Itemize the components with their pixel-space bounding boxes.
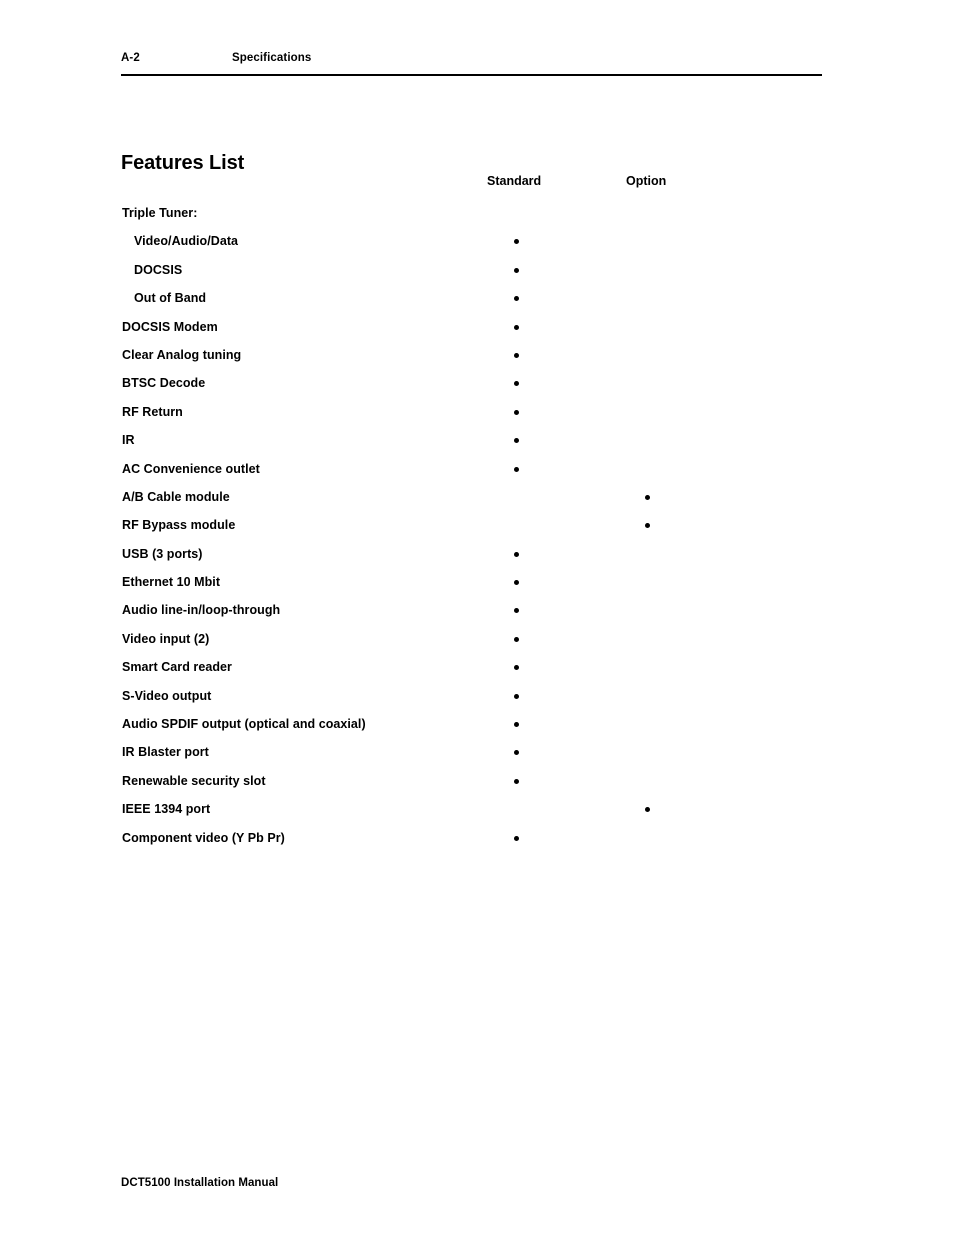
standard-bullet-icon: [514, 381, 519, 387]
feature-label: IR Blaster port: [122, 745, 209, 760]
standard-bullet-icon: [514, 409, 519, 415]
feature-label: Out of Band: [134, 291, 207, 306]
table-row: DOCSIS Modem: [121, 316, 841, 344]
feature-label: Smart Card reader: [122, 660, 232, 675]
option-bullet-icon: [645, 807, 650, 813]
table-row: Smart Card reader: [121, 656, 841, 684]
standard-bullet-icon: [514, 324, 519, 330]
standard-bullet-icon: [514, 466, 519, 472]
standard-bullet-icon: [514, 551, 519, 557]
column-header-standard: Standard: [487, 174, 542, 188]
feature-label: RF Return: [122, 404, 183, 419]
table-column-headers: Standard Option: [121, 174, 841, 202]
table-row: Ethernet 10 Mbit: [121, 571, 841, 599]
standard-bullet-icon: [514, 267, 519, 273]
table-row: RF Return: [121, 401, 841, 429]
feature-label: Audio line-in/loop-through: [122, 603, 281, 618]
table-row: Video input (2): [121, 628, 841, 656]
table-row: A/B Cable module: [121, 486, 841, 514]
table-row: S-Video output: [121, 685, 841, 713]
table-row: IR Blaster port: [121, 741, 841, 769]
feature-label: DOCSIS Modem: [122, 319, 218, 334]
column-header-option: Option: [626, 174, 667, 188]
table-row: DOCSIS: [121, 259, 841, 287]
option-bullet-icon: [645, 494, 650, 500]
features-rows: Triple Tuner: Video/Audio/Data DOCSIS Out o…: [121, 202, 841, 855]
standard-bullet-icon: [514, 778, 519, 784]
feature-label: Ethernet 10 Mbit: [122, 575, 221, 590]
feature-label: Clear Analog tuning: [122, 347, 242, 362]
feature-label: BTSC Decode: [122, 376, 206, 391]
chapter-title: Specifications: [232, 52, 312, 64]
table-row: RF Bypass module: [121, 514, 841, 542]
table-row: IEEE 1394 port: [121, 798, 841, 826]
document-page: A-2 Specifications Features List Standar…: [0, 0, 954, 1235]
page-number: A-2: [121, 52, 140, 64]
feature-label: DOCSIS: [134, 262, 183, 277]
running-header: A-2 Specifications: [121, 52, 822, 74]
feature-label: Renewable security slot: [122, 773, 266, 788]
table-row: Out of Band: [121, 287, 841, 315]
standard-bullet-icon: [514, 750, 519, 756]
table-row: USB (3 ports): [121, 543, 841, 571]
header-rule-divider: [121, 74, 822, 76]
feature-label: USB (3 ports): [122, 546, 203, 561]
table-row: Component video (Y Pb Pr): [121, 827, 841, 855]
feature-label: A/B Cable module: [122, 489, 230, 504]
standard-bullet-icon: [514, 636, 519, 642]
feature-label: Component video (Y Pb Pr): [122, 830, 285, 845]
standard-bullet-icon: [514, 835, 519, 841]
table-row: AC Convenience outlet: [121, 458, 841, 486]
table-row: Audio line-in/loop-through: [121, 599, 841, 627]
standard-bullet-icon: [514, 438, 519, 444]
table-row: Renewable security slot: [121, 770, 841, 798]
footer-manual-title: DCT5100 Installation Manual: [121, 1177, 279, 1189]
standard-bullet-icon: [514, 352, 519, 358]
feature-label: Video input (2): [122, 631, 210, 646]
standard-bullet-icon: [514, 693, 519, 699]
feature-label: Triple Tuner:: [122, 206, 198, 220]
standard-bullet-icon: [514, 239, 519, 245]
feature-label: Video/Audio/Data: [134, 234, 239, 249]
feature-label: RF Bypass module: [122, 518, 236, 533]
page-title: Features List: [121, 152, 245, 175]
table-row: BTSC Decode: [121, 372, 841, 400]
features-table: Standard Option Triple Tuner: Video/Audio…: [121, 174, 841, 855]
table-row: Audio SPDIF output (optical and coaxial): [121, 713, 841, 741]
feature-label: S-Video output: [122, 688, 212, 703]
feature-label: IR: [122, 433, 135, 448]
standard-bullet-icon: [514, 296, 519, 302]
option-bullet-icon: [645, 523, 650, 529]
table-row: Triple Tuner:: [121, 202, 841, 230]
standard-bullet-icon: [514, 722, 519, 728]
feature-label: Audio SPDIF output (optical and coaxial): [122, 717, 366, 732]
standard-bullet-icon: [514, 580, 519, 586]
feature-label: AC Convenience outlet: [122, 461, 260, 476]
feature-label: IEEE 1394 port: [122, 802, 211, 817]
table-row: Clear Analog tuning: [121, 344, 841, 372]
standard-bullet-icon: [514, 608, 519, 614]
table-row: IR: [121, 429, 841, 457]
standard-bullet-icon: [514, 665, 519, 671]
table-row: Video/Audio/Data: [121, 230, 841, 258]
